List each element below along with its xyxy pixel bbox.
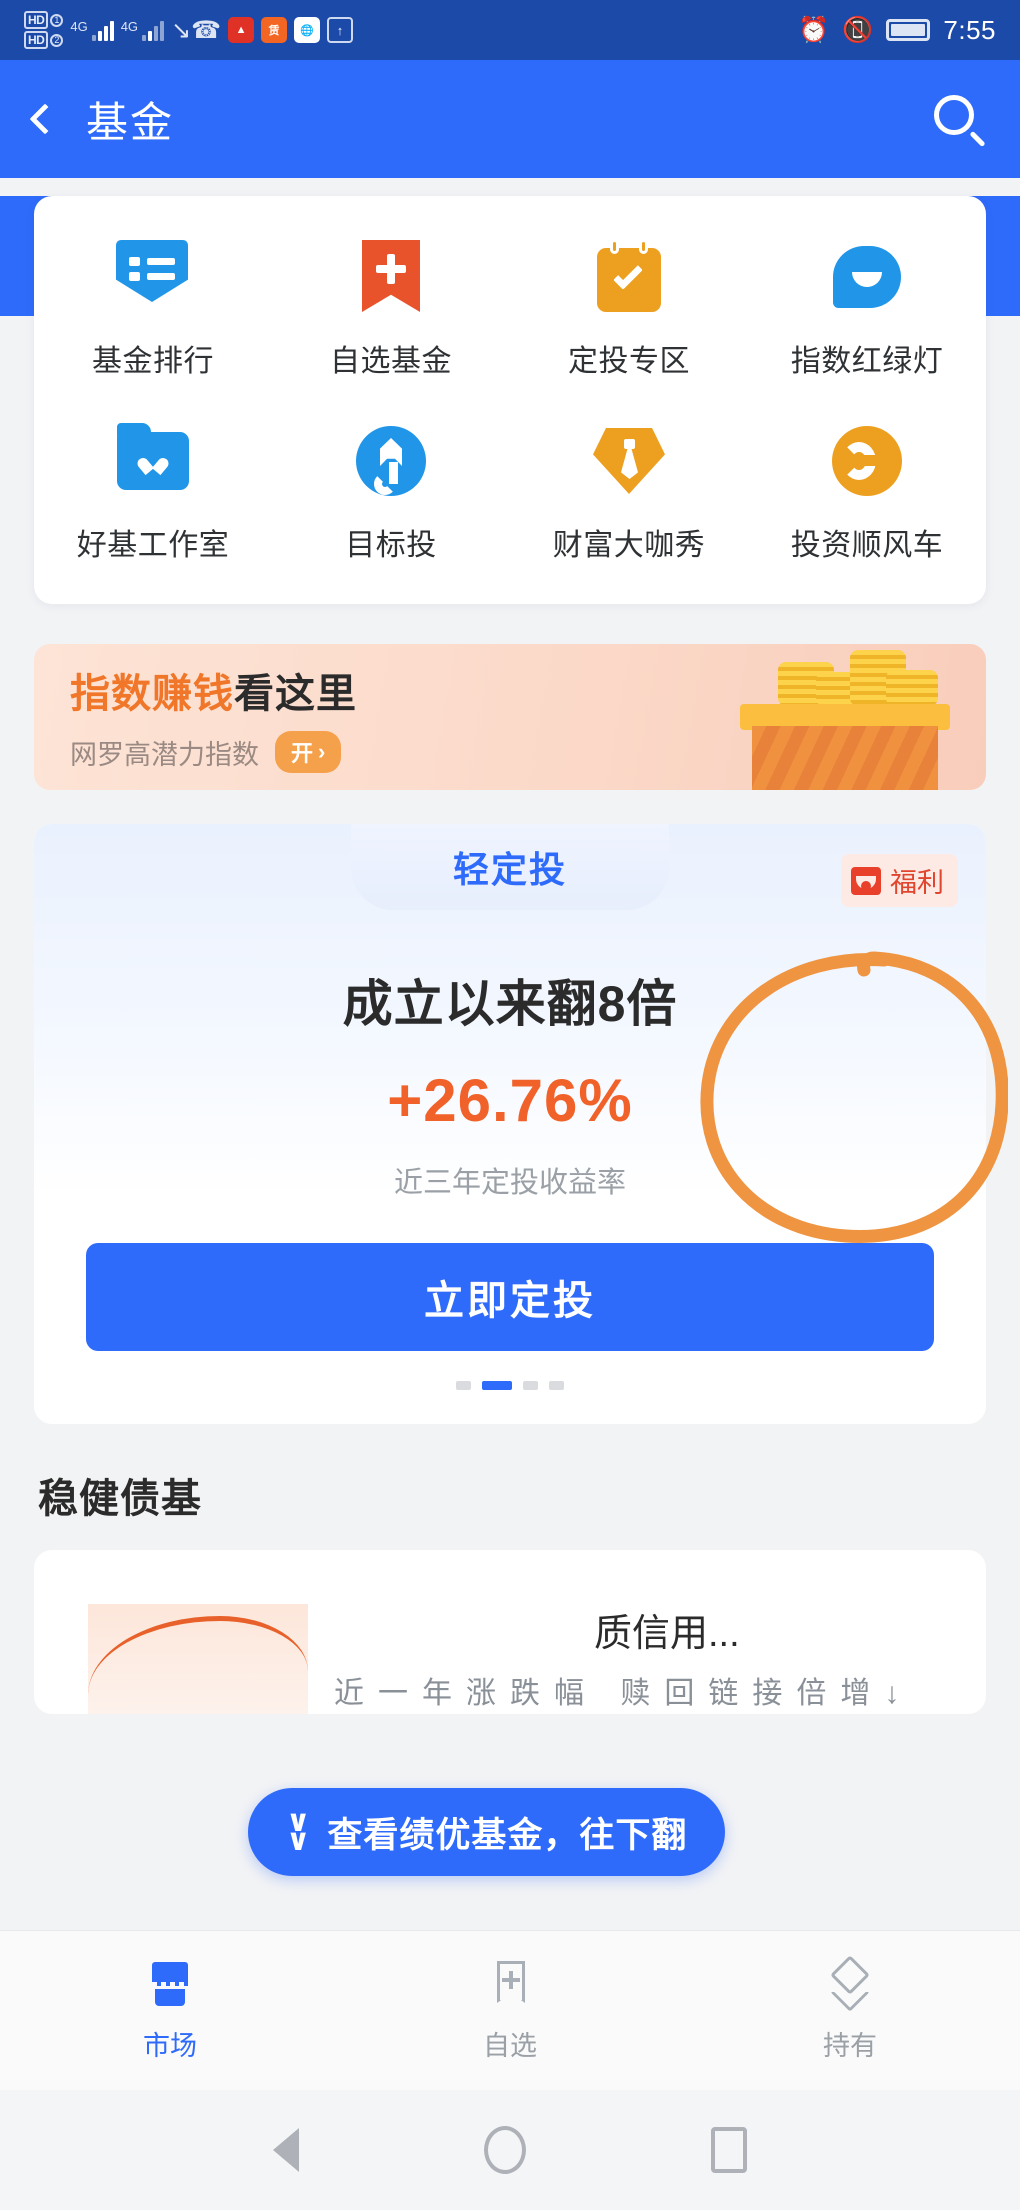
calendar-check-icon xyxy=(592,239,666,314)
shortcut-label: 好基工作室 xyxy=(76,529,230,562)
chat-bubble-icon xyxy=(830,240,904,314)
stock-app-icon: ▲ xyxy=(228,17,255,43)
banner-subtitle: 网罗高潜力指数 xyxy=(70,739,259,770)
shortcut-label: 定投专区 xyxy=(568,345,690,378)
shortcut-label: 财富大咖秀 xyxy=(552,529,706,562)
banner-cta-label: 开 xyxy=(291,741,314,766)
section-title-stable-bond: 稳健债基 xyxy=(38,1477,202,1521)
circle-arrow-icon xyxy=(830,424,904,498)
fund-list-card[interactable]: 质信用... 近一年涨跌幅 赎回链接倍增↓ xyxy=(34,1550,986,1714)
shortcut-label: 投资顺风车 xyxy=(790,529,944,562)
diamond-tie-icon xyxy=(592,424,666,498)
double-chevron-down-icon: ∨ ∨ xyxy=(286,1805,312,1857)
upload-icon: ↑ xyxy=(327,17,354,43)
system-recents-icon[interactable] xyxy=(711,2127,748,2173)
index-promo-banner[interactable]: 指数赚钱看这里 网罗高潜力指数 开 › xyxy=(34,644,986,790)
shortcut-watchlist-fund[interactable]: 自选基金 xyxy=(272,240,510,380)
shortcut-label: 自选基金 xyxy=(330,345,452,378)
status-bar-right: ⏰ 📵 7:55 xyxy=(798,15,996,46)
vibrate-icon: 📵 xyxy=(842,15,874,44)
hd1-label: HD xyxy=(24,11,49,29)
nav-tab-market[interactable]: 市场 xyxy=(0,1931,340,2090)
status-bar-left: HD 1 HD 2 4G 4G ↘☎ ▲ 赁 🌐 ↑ xyxy=(24,11,354,49)
carousel-dot[interactable] xyxy=(523,1381,538,1390)
nav-tab-watchlist[interactable]: 自选 xyxy=(340,1931,680,2090)
promo-headline: 成立以来翻8倍 xyxy=(342,976,678,1032)
nav-tab-holdings[interactable]: 持有 xyxy=(680,1931,1020,2090)
hd1-sim-number: 1 xyxy=(50,13,64,27)
system-home-icon[interactable] xyxy=(483,2126,526,2174)
fund-name: 质信用... xyxy=(594,1613,740,1655)
nav-label: 市场 xyxy=(143,2031,197,2061)
carousel-dots xyxy=(34,1381,986,1390)
start-sip-button[interactable]: 立即定投 xyxy=(86,1243,934,1351)
carousel-dot[interactable] xyxy=(549,1381,564,1390)
shortcut-grid-card: 基金排行 自选基金 定投专区 指数红绿灯 好基工作室 目标投 财富大咖秀 投资顺… xyxy=(34,196,986,604)
zhuan-app-icon: 赁 xyxy=(261,17,288,43)
storefront-icon xyxy=(144,1958,196,2010)
hd-dual-sim-icon: HD 1 HD 2 xyxy=(24,11,64,49)
shortcut-row-2: 好基工作室 目标投 财富大咖秀 投资顺风车 xyxy=(34,423,986,564)
treasure-box-coins-illustration xyxy=(720,650,970,790)
missed-call-icon: ↘☎ xyxy=(171,16,222,44)
shortcut-index-traffic-light[interactable]: 指数红绿灯 xyxy=(748,240,986,380)
shortcut-label: 目标投 xyxy=(345,529,437,562)
signal-bars-icon-1: 4G xyxy=(70,19,114,41)
hd2-sim-number: 2 xyxy=(50,33,64,47)
network-type-2: 4G xyxy=(120,19,139,34)
scroll-hint-pill[interactable]: ∨ ∨ 查看绩优基金，往下翻 xyxy=(248,1788,726,1876)
orange-trend-line-chart xyxy=(88,1604,308,1714)
battery-icon xyxy=(886,19,931,41)
welfare-badge-label: 福利 xyxy=(890,868,944,898)
gift-icon xyxy=(851,866,881,895)
target-a-icon xyxy=(354,424,428,498)
chevron-right-icon: › xyxy=(318,739,326,764)
nav-label: 持有 xyxy=(823,2031,877,2061)
promo-tab-label: 轻定投 xyxy=(452,849,567,890)
bookmark-plus-icon xyxy=(484,1958,536,2010)
banner-headline: 指数赚钱看这里 xyxy=(70,661,357,719)
folder-heart-icon xyxy=(116,423,190,498)
fund-sub-text: 近一年涨跌幅 赎回链接倍增↓ xyxy=(334,1677,914,1710)
shortcut-investment-rideshare[interactable]: 投资顺风车 xyxy=(748,424,986,564)
search-icon[interactable] xyxy=(930,91,986,148)
page-content: 基金排行 自选基金 定投专区 指数红绿灯 好基工作室 目标投 财富大咖秀 投资顺… xyxy=(0,196,1020,1714)
status-bar-clock: 7:55 xyxy=(943,14,996,45)
status-bar: HD 1 HD 2 4G 4G ↘☎ ▲ 赁 🌐 ↑ ⏰ 📵 7:55 xyxy=(0,0,1020,60)
shortcut-good-fund-studio[interactable]: 好基工作室 xyxy=(34,423,272,564)
shortcut-wealth-show[interactable]: 财富大咖秀 xyxy=(510,424,748,564)
layers-icon xyxy=(824,1955,876,2012)
ranking-shield-icon xyxy=(116,240,190,314)
promo-caption: 近三年定投收益率 xyxy=(393,1167,626,1199)
shortcut-label: 基金排行 xyxy=(92,345,214,378)
scroll-hint-label: 查看绩优基金，往下翻 xyxy=(327,1815,688,1855)
hd2-label: HD xyxy=(24,31,49,49)
shortcut-row-1: 基金排行 自选基金 定投专区 指数红绿灯 xyxy=(34,239,986,380)
network-type-1: 4G xyxy=(70,19,88,34)
shortcut-goal-investing[interactable]: 目标投 xyxy=(272,424,510,564)
system-navigation-bar xyxy=(0,2090,1020,2210)
sip-promo-card: 轻定投 福利 成立以来翻8倍 +26.76% 近三年定投收益率 立即定投 xyxy=(34,824,986,1424)
signal-bars-icon-2: 4G xyxy=(120,19,165,41)
banner-headline-rest: 看这里 xyxy=(234,672,357,716)
banner-cta-button[interactable]: 开 › xyxy=(275,731,342,773)
page-title: 基金 xyxy=(86,98,175,146)
app-header: 基金 xyxy=(0,60,1020,178)
promo-tab-light-sip[interactable]: 轻定投 xyxy=(351,824,669,910)
browser-app-icon: 🌐 xyxy=(294,17,321,43)
carousel-dot[interactable] xyxy=(456,1381,471,1390)
welfare-badge[interactable]: 福利 xyxy=(841,854,958,907)
promo-return-percent: +26.76% xyxy=(387,1067,633,1134)
carousel-dot-active[interactable] xyxy=(482,1381,512,1390)
back-chevron-icon[interactable] xyxy=(29,103,61,135)
shortcut-label: 指数红绿灯 xyxy=(790,345,944,378)
alarm-icon: ⏰ xyxy=(798,15,830,44)
banner-headline-highlight: 指数赚钱 xyxy=(70,672,234,716)
shortcut-fund-ranking[interactable]: 基金排行 xyxy=(34,240,272,380)
bottom-navigation: 市场 自选 持有 xyxy=(0,1930,1020,2090)
nav-label: 自选 xyxy=(483,2031,537,2061)
system-back-icon[interactable] xyxy=(272,2128,299,2172)
shortcut-sip-zone[interactable]: 定投专区 xyxy=(510,239,748,380)
bookmark-plus-icon xyxy=(354,240,428,314)
